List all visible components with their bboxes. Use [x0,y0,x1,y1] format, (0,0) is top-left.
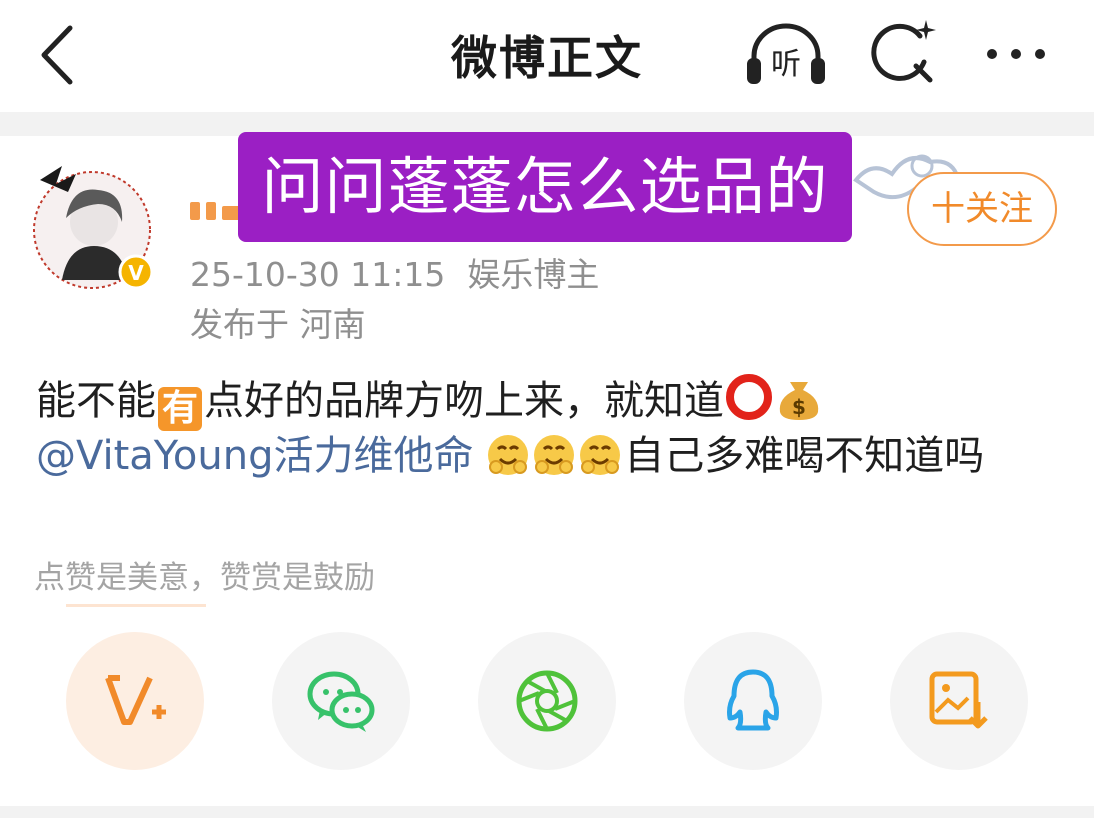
more-options-button[interactable] [980,18,1060,88]
post-line-1: 能不能有点好的品牌方吻上来，就知道 $ [36,372,1066,431]
smirk-face-emoji-icon [488,435,621,475]
save-image-button[interactable] [890,632,1028,770]
mention-link[interactable]: @VitaYoung活力维他命 [36,433,473,479]
post-text-segment: 能不能 [36,378,156,424]
hint-underline [66,604,206,607]
section-divider-bottom [0,806,1094,818]
author-avatar[interactable]: V [32,160,156,290]
svg-text:$: $ [792,395,806,419]
post-meta: 25-10-30 11:15 娱乐博主 [190,248,599,296]
search-sparkle-icon [871,20,936,83]
share-wechat-button[interactable] [272,632,410,770]
money-bag-emoji-icon: $ [779,382,819,420]
moments-aperture-icon [516,670,578,732]
wechat-icon [307,671,375,732]
avatar-image: V [33,166,154,290]
listen-button[interactable]: 听 [744,18,828,88]
share-moments-button[interactable] [478,632,616,770]
save-image-icon [929,671,988,729]
listen-label: 听 [771,47,801,82]
top-bar: 微博正文 听 [0,0,1094,110]
qq-penguin-icon [727,669,779,731]
post-text: 能不能有点好的品牌方吻上来，就知道 $ @VitaYoung活力维他命 自己多难… [36,372,1066,484]
v-plus-icon [105,675,166,725]
author-category: 娱乐博主 [467,255,600,294]
you-chip: 有 [158,387,202,431]
follow-button[interactable]: 十关注 [907,172,1057,246]
reward-hint: 点赞是美意，赞赏是鼓励 [34,560,375,596]
headphones-icon: 听 [747,23,825,84]
verified-badge-text: V [128,261,144,285]
share-qq-button[interactable] [684,632,822,770]
post-line-2: @VitaYoung活力维他命 自己多难喝不知道吗 [36,428,1066,484]
more-dots-icon [987,49,1045,59]
share-vplus-button[interactable] [66,632,204,770]
red-circle-emoji-icon [726,374,772,420]
post-location: 发布于 河南 [190,305,366,344]
overlay-caption: 问问蓬蓬怎么选品的 [238,132,852,242]
post-text-segment: 自己多难喝不知道吗 [624,433,985,479]
post-text-segment: 点好的品牌方吻上来，就知道 [204,378,724,424]
search-button[interactable] [868,18,938,88]
post-timestamp: 25-10-30 11:15 [190,255,446,294]
